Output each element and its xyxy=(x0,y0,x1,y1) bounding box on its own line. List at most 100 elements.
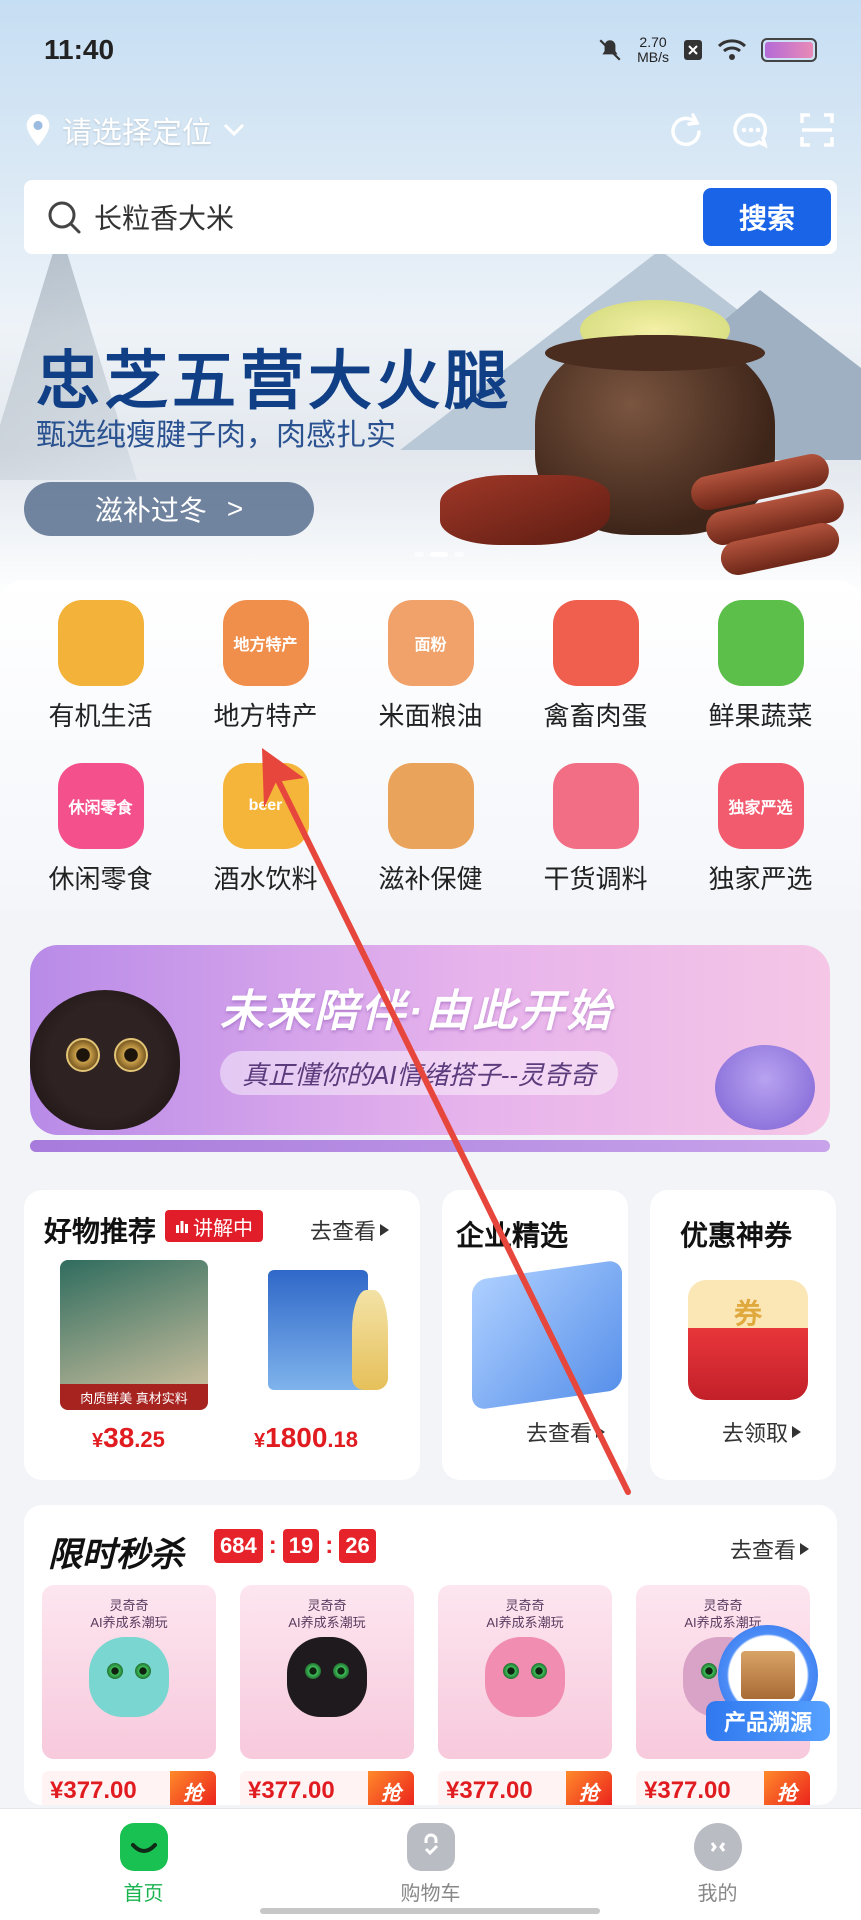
flash-sale-item[interactable]: 灵奇奇 AI养成系潮玩 ¥377.00 抢 xyxy=(240,1585,414,1805)
enterprise-goto-link[interactable]: 去查看 xyxy=(526,1416,606,1448)
search-button[interactable]: 搜索 xyxy=(703,188,831,246)
flash-item-price: ¥377.00 xyxy=(446,1777,533,1804)
promo-underline xyxy=(30,1140,830,1152)
good-picks-card[interactable]: 好物推荐 讲解中 去查看 肉质鲜美 真材实料 ¥38.25 ¥1800.18 xyxy=(24,1190,420,1480)
snack-icon: 休闲零食 xyxy=(57,763,144,849)
banner-cta-arrow: > xyxy=(226,493,244,524)
category-label: 干货调料 xyxy=(543,864,648,894)
black-fluffy-pet-image xyxy=(30,990,180,1130)
package-box-icon xyxy=(741,1651,795,1699)
net-speed: 2.70 MB/s xyxy=(637,35,669,65)
good-picks-goto-label: 去查看 xyxy=(310,1219,377,1244)
category-label: 休闲零食 xyxy=(48,864,153,894)
tab-home[interactable]: 首页 xyxy=(64,1823,224,1920)
product-beef-jerky-image[interactable]: 肉质鲜美 真材实料 xyxy=(60,1260,208,1410)
status-icons: 2.70 MB/s xyxy=(597,35,817,65)
banner-cta-button[interactable]: 滋补过冬 > xyxy=(24,482,314,536)
mute-bell-icon xyxy=(599,39,621,61)
promo-subtitle: 真正懂你的AI情绪搭子--灵奇奇 xyxy=(220,1051,618,1095)
category-item[interactable]: 滋补保健 xyxy=(348,763,513,896)
home-indicator xyxy=(260,1908,600,1914)
timer-hours: 684 xyxy=(214,1529,263,1563)
wheat-icon xyxy=(57,600,144,686)
location-row: 请选择定位 xyxy=(24,110,837,150)
purple-monster-image xyxy=(715,1045,815,1130)
triangle-right-icon xyxy=(792,1426,802,1438)
enterprise-card[interactable]: 企业精选 去查看 xyxy=(442,1190,628,1480)
grab-button[interactable]: 抢 xyxy=(764,1771,810,1805)
triangle-right-icon xyxy=(596,1426,606,1438)
tab-profile-label: 我的 xyxy=(697,1883,738,1905)
category-label: 酒水饮料 xyxy=(213,864,318,894)
flash-price-row: ¥377.00 抢 xyxy=(42,1771,216,1805)
countdown-timer: 684 : 19 : 26 xyxy=(214,1529,376,1563)
search-input[interactable]: 长粒香大米 xyxy=(94,197,703,237)
product-trace-button[interactable]: 产品溯源 xyxy=(706,1625,830,1745)
category-card: 有机生活 地方特产 地方特产 面粉 米面粮油 禽畜肉蛋 鲜果蔬菜 休闲零食 休闲零食 beer 酒水… xyxy=(0,580,861,910)
wifi-icon xyxy=(717,39,747,60)
coupon-claim-label: 去领取 xyxy=(722,1421,789,1446)
enterprise-title: 企业精选 xyxy=(456,1220,569,1251)
tab-cart-label: 购物车 xyxy=(400,1883,461,1905)
banner-subtitle: 甄选纯瘦腱子肉，肉感扎实 xyxy=(36,419,396,452)
chevron-down-icon xyxy=(223,123,245,137)
category-item[interactable]: 干货调料 xyxy=(513,763,678,896)
flash-sale-goto-link[interactable]: 去查看 xyxy=(730,1533,810,1565)
flash-sale-item[interactable]: 灵奇奇 AI养成系潮玩 ¥377.00 抢 xyxy=(42,1585,216,1805)
message-icon[interactable] xyxy=(731,110,771,150)
category-item[interactable]: 鲜果蔬菜 xyxy=(678,600,843,733)
coupon-glyph: 券 xyxy=(733,1298,762,1329)
category-item[interactable]: beer 酒水饮料 xyxy=(183,763,348,896)
good-picks-goto-link[interactable]: 去查看 xyxy=(310,1214,390,1246)
liquor-bottle-image xyxy=(352,1290,388,1390)
flash-sale-item[interactable]: 灵奇奇 AI养成系潮玩 ¥377.00 抢 xyxy=(438,1585,612,1805)
category-item[interactable]: 独家严选 独家严选 xyxy=(678,763,843,896)
tab-home-label: 首页 xyxy=(123,1883,164,1905)
net-speed-unit: MB/s xyxy=(637,49,669,65)
coupon-claim-link[interactable]: 去领取 xyxy=(722,1416,802,1448)
flash-sale-item-image: 灵奇奇 AI养成系潮玩 xyxy=(42,1585,216,1759)
timer-minutes: 19 xyxy=(282,1529,320,1563)
product-price: ¥38.25 xyxy=(92,1422,165,1453)
live-bars-icon xyxy=(176,1221,188,1233)
grab-button[interactable]: 抢 xyxy=(170,1771,216,1805)
timer-seconds: 26 xyxy=(339,1529,376,1563)
ginseng-icon xyxy=(387,763,474,849)
flash-sale-goto-label: 去查看 xyxy=(730,1538,797,1563)
location-selector[interactable]: 请选择定位 xyxy=(24,108,246,152)
clay-pot-rim xyxy=(545,335,765,371)
flash-item-price: ¥377.00 xyxy=(50,1777,137,1804)
pet-toy-image xyxy=(89,1637,169,1717)
flash-sale-list: 灵奇奇 AI养成系潮玩 ¥377.00 抢灵奇奇 AI养成系潮玩 ¥377.00 抢灵奇奇 A… xyxy=(42,1585,810,1805)
tab-cart[interactable]: 购物车 xyxy=(351,1823,511,1920)
status-bar: 11:40 2.70 MB/s xyxy=(0,0,861,100)
scan-icon[interactable] xyxy=(797,110,837,150)
tab-profile[interactable]: 我的 xyxy=(638,1823,798,1920)
flash-item-price: ¥377.00 xyxy=(644,1777,731,1804)
seasoning-icon xyxy=(552,763,639,849)
search-bar[interactable]: 长粒香大米 搜索 xyxy=(24,180,837,254)
ham-image xyxy=(440,475,610,545)
flash-price-row: ¥377.00 抢 xyxy=(240,1771,414,1805)
category-item[interactable]: 禽畜肉蛋 xyxy=(513,600,678,733)
category-label: 鲜果蔬菜 xyxy=(708,701,813,731)
flash-item-title: 灵奇奇 AI养成系潮玩 xyxy=(288,1598,366,1630)
category-item[interactable]: 休闲零食 休闲零食 xyxy=(18,763,183,896)
location-placeholder: 请选择定位 xyxy=(62,117,212,150)
coupon-card[interactable]: 优惠神券 券 去领取 xyxy=(650,1190,836,1480)
flash-price-row: ¥377.00 抢 xyxy=(636,1771,810,1805)
home-icon xyxy=(119,1823,168,1871)
grab-button[interactable]: 抢 xyxy=(566,1771,612,1805)
red-envelope-coupon-icon: 券 xyxy=(688,1280,808,1400)
flash-sale-title: 限时秒杀 xyxy=(48,1536,184,1574)
category-item[interactable]: 地方特产 地方特产 xyxy=(183,600,348,733)
category-item[interactable]: 有机生活 xyxy=(18,600,183,733)
flour-bag-icon: 面粉 xyxy=(387,600,474,686)
category-item[interactable]: 面粉 米面粮油 xyxy=(348,600,513,733)
refresh-icon[interactable] xyxy=(665,110,705,150)
grab-button[interactable]: 抢 xyxy=(368,1771,414,1805)
live-badge-label: 讲解中 xyxy=(193,1217,253,1240)
category-label: 滋补保健 xyxy=(378,864,483,894)
category-label: 独家严选 xyxy=(708,864,813,894)
battery-icon xyxy=(761,38,817,62)
